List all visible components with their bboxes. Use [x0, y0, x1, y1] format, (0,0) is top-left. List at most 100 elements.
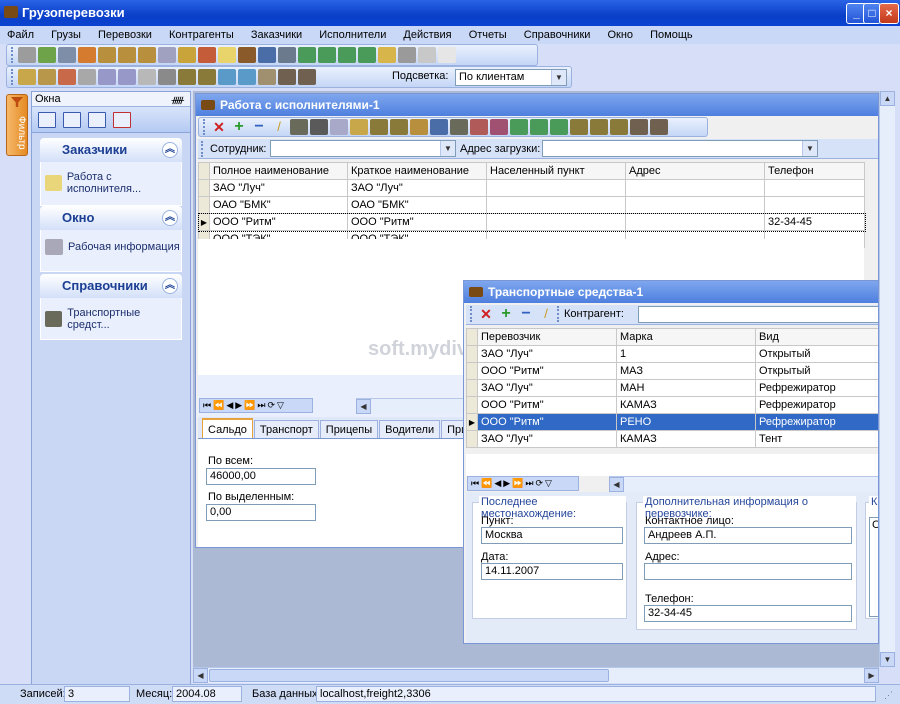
- table-row[interactable]: ЗАО "Луч" 1 Открытый: [466, 345, 878, 363]
- pin-icon[interactable]: ᚏ: [172, 93, 184, 107]
- row-indicator[interactable]: [466, 379, 478, 397]
- menu-customers[interactable]: Заказчики: [244, 26, 309, 44]
- cell[interactable]: РЕНО: [616, 413, 756, 431]
- computer-icon[interactable]: [258, 47, 276, 63]
- table-row-selected[interactable]: ▶ ООО "Ритм" РЕНО Рефрежиратор: [466, 413, 878, 431]
- person-icon[interactable]: [238, 47, 256, 63]
- cell[interactable]: [625, 196, 765, 214]
- remove-icon[interactable]: −: [250, 119, 268, 135]
- tile-horizontal-icon[interactable]: [38, 111, 56, 128]
- row-indicator[interactable]: [466, 345, 478, 363]
- next-page-icon[interactable]: ⏩: [244, 400, 255, 411]
- table-row[interactable]: ООО "Ритм" КАМАЗ Рефрежиратор: [466, 396, 878, 414]
- close-button[interactable]: ×: [879, 3, 899, 24]
- horizontal-scrollbar[interactable]: ◀: [609, 476, 878, 492]
- column-header[interactable]: Полное наименование: [209, 162, 348, 180]
- truck3-icon[interactable]: [298, 69, 316, 85]
- cell[interactable]: [486, 196, 626, 214]
- menu-help[interactable]: Помощь: [643, 26, 700, 44]
- repair-icon[interactable]: [198, 47, 216, 63]
- total-field[interactable]: 46000,00: [206, 468, 316, 485]
- cell[interactable]: Рефрежиратор: [755, 379, 878, 397]
- add-icon[interactable]: +: [230, 119, 248, 135]
- search-icon[interactable]: [418, 47, 436, 63]
- scale-icon[interactable]: [258, 69, 276, 85]
- scroll-left-icon[interactable]: ◀: [193, 668, 208, 683]
- cell[interactable]: [486, 179, 626, 197]
- globe2-icon[interactable]: [530, 119, 548, 135]
- cart-icon[interactable]: [350, 119, 368, 135]
- cell[interactable]: [625, 213, 765, 231]
- column-header[interactable]: Марка: [616, 328, 756, 346]
- cell[interactable]: ОАО "БМК": [209, 196, 348, 214]
- truck2-icon[interactable]: [450, 119, 468, 135]
- worker2-icon[interactable]: [198, 69, 216, 85]
- column-header[interactable]: Телефон: [764, 162, 865, 180]
- cell[interactable]: Тент: [755, 430, 878, 448]
- first-record-icon[interactable]: ⏮: [471, 478, 479, 489]
- collapse-icon[interactable]: ︽: [162, 278, 178, 294]
- trailer-icon[interactable]: [310, 119, 328, 135]
- worker-icon[interactable]: [178, 69, 196, 85]
- scroll-thumb[interactable]: [209, 669, 609, 682]
- table-row[interactable]: ЗАО "Луч" МАН Рефрежиратор: [466, 379, 878, 397]
- document-icon[interactable]: [218, 47, 236, 63]
- globe-icon[interactable]: [298, 47, 316, 63]
- tab-trailers[interactable]: Прицепы: [319, 420, 379, 438]
- table-row[interactable]: ▶ ООО "Ритм" ООО "Ритм" 32-34-45: [197, 212, 866, 232]
- current-row-indicator[interactable]: ▶: [466, 413, 478, 431]
- globe3-icon[interactable]: [550, 119, 568, 135]
- refresh-icon[interactable]: ⟳: [536, 478, 544, 489]
- cell[interactable]: ООО "Ритм": [209, 213, 348, 231]
- wrench-icon[interactable]: [398, 47, 416, 63]
- globe2-icon[interactable]: [318, 47, 336, 63]
- toolbar-grip[interactable]: [557, 306, 561, 322]
- first-record-icon[interactable]: ⏮: [203, 400, 211, 411]
- prev-record-icon[interactable]: ◀: [494, 478, 501, 489]
- resize-grip-icon[interactable]: ⋰: [884, 690, 893, 701]
- contragent-select[interactable]: [638, 306, 878, 323]
- highlight-select[interactable]: По клиентам ▼: [455, 69, 567, 86]
- cell[interactable]: ЗАО "Луч": [347, 179, 487, 197]
- tools2-icon[interactable]: [158, 69, 176, 85]
- road2-icon[interactable]: [238, 69, 256, 85]
- prev-record-icon[interactable]: ◀: [226, 400, 233, 411]
- cell[interactable]: [764, 196, 865, 214]
- cart-icon[interactable]: [18, 69, 36, 85]
- contact-field[interactable]: Андреев А.П.: [644, 527, 852, 544]
- cell[interactable]: ЗАО "Луч": [477, 345, 617, 363]
- invoice-icon[interactable]: [98, 69, 116, 85]
- third-group-field[interactable]: С: [869, 517, 878, 617]
- table-row[interactable]: ЗАО "Луч" ЗАО "Луч": [198, 179, 865, 197]
- import-icon[interactable]: [78, 47, 96, 63]
- column-header[interactable]: Перевозчик: [477, 328, 617, 346]
- gear-icon[interactable]: [98, 47, 116, 63]
- toolbar-grip[interactable]: [470, 306, 474, 322]
- mdi-horizontal-scrollbar[interactable]: ◀ ▶: [193, 667, 879, 683]
- table-row[interactable]: ОАО "БМК" ОАО "БМК": [198, 196, 865, 214]
- current-row-indicator[interactable]: ▶: [198, 213, 210, 231]
- cart-remove-icon[interactable]: [58, 69, 76, 85]
- group-references-header[interactable]: Справочники ︽: [40, 274, 182, 298]
- close-all-icon[interactable]: [113, 111, 131, 128]
- row-indicator[interactable]: [198, 196, 210, 214]
- refresh-icon[interactable]: ⟳: [268, 400, 276, 411]
- add-icon[interactable]: +: [497, 306, 515, 322]
- note-icon[interactable]: [438, 47, 456, 63]
- vehicles-window-titlebar[interactable]: Транспортные средства-1: [464, 281, 878, 303]
- worker2-icon[interactable]: [390, 119, 408, 135]
- chevron-down-icon[interactable]: ▼: [551, 70, 566, 85]
- doc-person-icon[interactable]: [490, 119, 508, 135]
- mdi-vertical-scrollbar[interactable]: ▲ ▼: [879, 91, 895, 667]
- delete-icon[interactable]: ✕: [477, 306, 495, 322]
- cell[interactable]: 32-34-45: [764, 213, 865, 231]
- table-row[interactable]: ООО "Ритм" МАЗ Открытый: [466, 362, 878, 380]
- phone-field[interactable]: 32-34-45: [644, 605, 852, 622]
- worker3-icon[interactable]: [570, 119, 588, 135]
- truck-icon[interactable]: [290, 119, 308, 135]
- row-indicator[interactable]: [466, 362, 478, 380]
- cell[interactable]: МАН: [616, 379, 756, 397]
- last-record-icon[interactable]: ⏭: [257, 400, 265, 411]
- cell[interactable]: ЗАО "Луч": [477, 430, 617, 448]
- row-indicator[interactable]: [198, 179, 210, 197]
